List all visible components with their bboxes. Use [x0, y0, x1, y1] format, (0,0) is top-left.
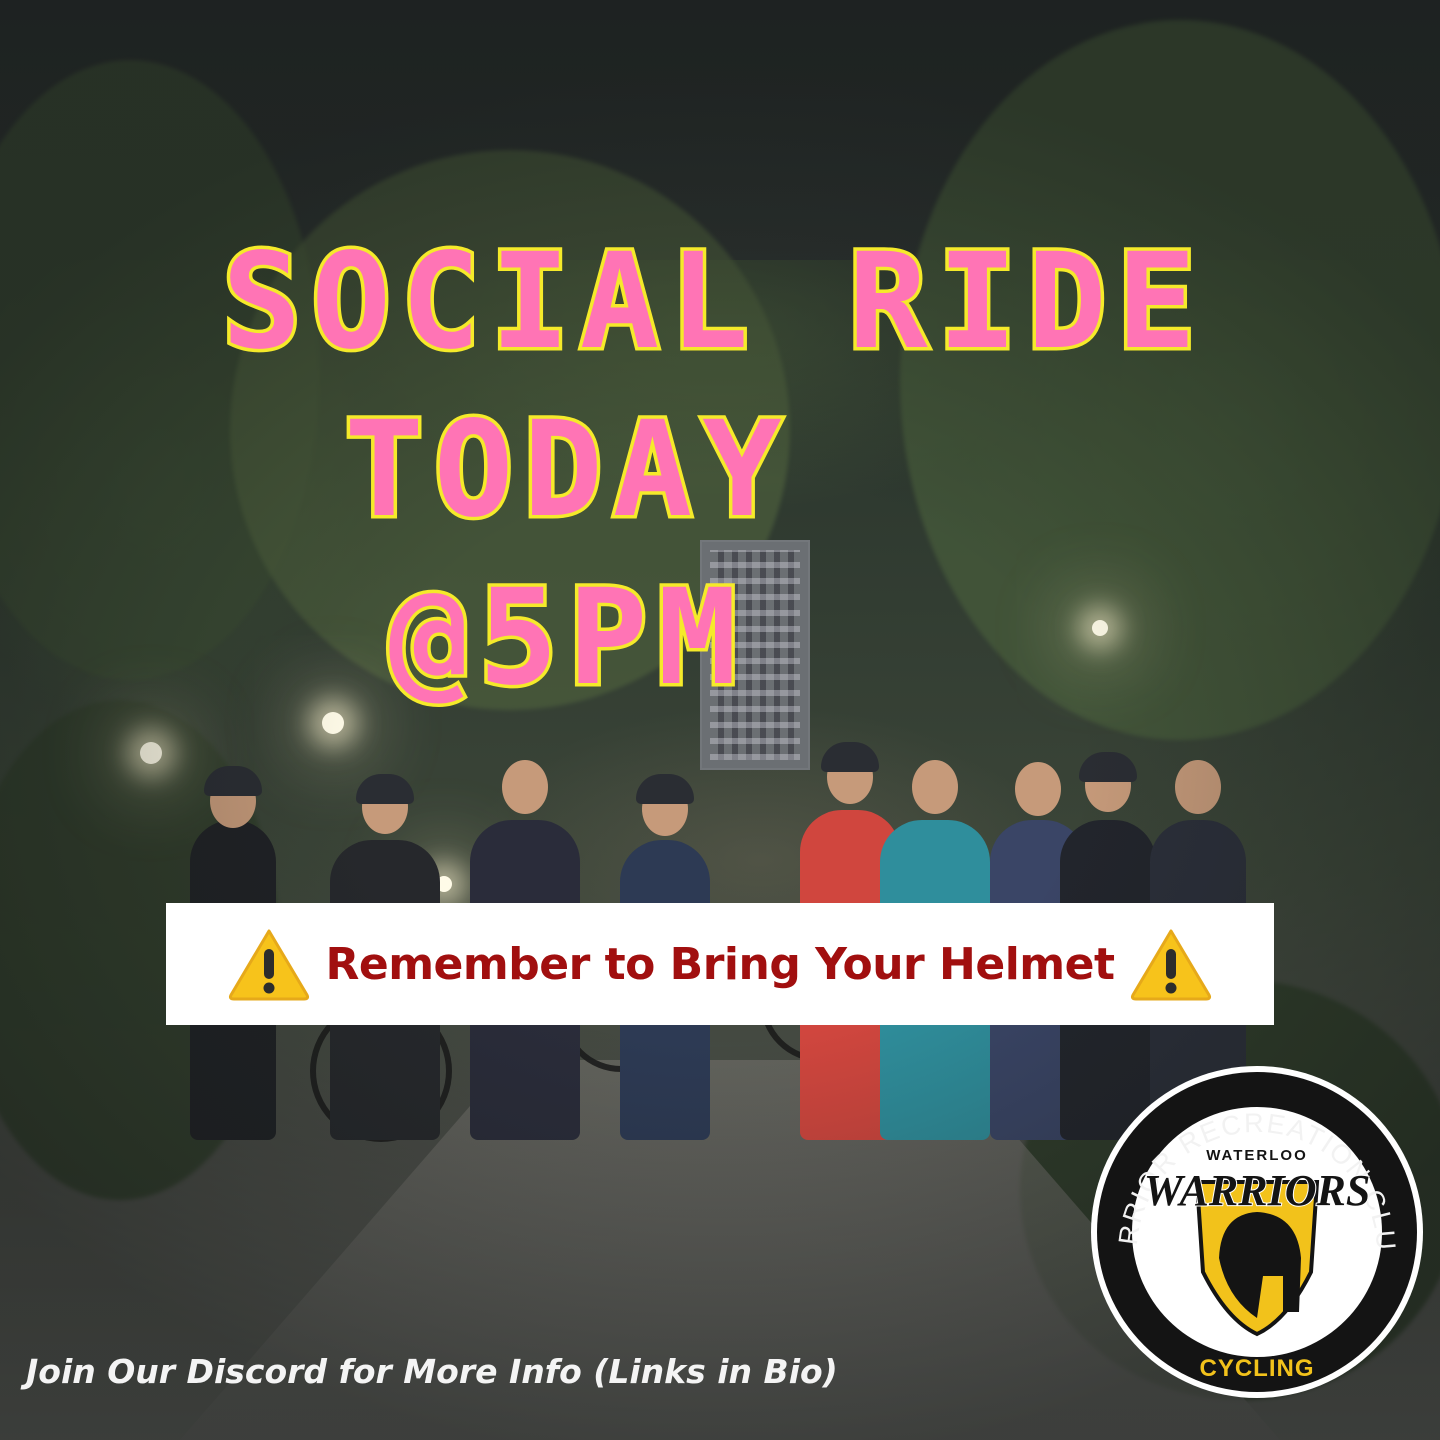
warriors-cycling-logo: WARRIOR RECREATION CLUBS WATERLOO WARRIO… — [1087, 1062, 1427, 1402]
headline-line-1: SOCIAL RIDE — [218, 225, 1207, 379]
headline: SOCIAL RIDE TODAY @5PM — [0, 225, 1440, 740]
warning-icon — [227, 927, 311, 1001]
social-ride-poster: SOCIAL RIDE TODAY @5PM Remember to Bring… — [0, 0, 1440, 1440]
logo-top-text: WATERLOO — [1206, 1147, 1308, 1164]
helmet-reminder-banner: Remember to Bring Your Helmet — [166, 903, 1274, 1025]
logo-bottom-text: CYCLING — [1200, 1355, 1315, 1382]
logo-wordmark: WARRIORS — [1144, 1166, 1371, 1215]
headline-line-3: @5PM — [386, 561, 747, 715]
warning-icon — [1129, 927, 1213, 1001]
headline-line-2: TODAY — [341, 393, 792, 547]
banner-text: Remember to Bring Your Helmet — [325, 938, 1115, 990]
discord-footer-text: Join Our Discord for More Info (Links in… — [26, 1352, 838, 1391]
